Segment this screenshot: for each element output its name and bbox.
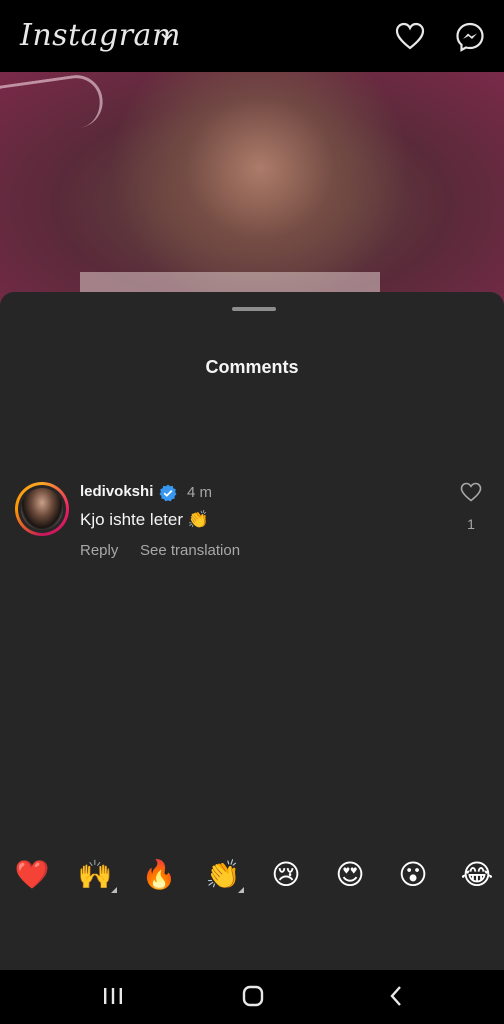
heart-icon[interactable] <box>395 22 425 50</box>
emoji-fire-button[interactable]: 🔥 <box>141 857 177 893</box>
home-icon[interactable] <box>241 984 265 1008</box>
emoji-crying-button[interactable]: 😢 <box>268 857 304 893</box>
comment-time: 4 m <box>187 484 213 501</box>
verified-badge-icon <box>159 484 177 502</box>
drag-handle[interactable] <box>232 307 276 311</box>
emoji-surprised-button[interactable]: 😮 <box>395 857 431 893</box>
comment-like-count: 1 <box>467 516 475 532</box>
back-icon[interactable] <box>385 984 409 1008</box>
instagram-logo[interactable]: Instagram <box>20 18 181 53</box>
comments-sheet: Comments ledivokshi 4 m Kjo ishte leter … <box>0 292 504 970</box>
chevron-down-icon[interactable] <box>160 32 174 42</box>
reply-button[interactable]: Reply <box>80 542 118 559</box>
emoji-heart-eyes-button[interactable]: 😍 <box>332 857 368 893</box>
skin-tone-indicator-icon <box>111 887 117 893</box>
emoji-raising-hands-button[interactable]: 🙌 <box>77 857 113 893</box>
see-translation-link[interactable]: See translation <box>140 542 240 559</box>
skin-tone-indicator-icon <box>238 887 244 893</box>
comment-text: Kjo ishte leter 👏 <box>80 510 209 529</box>
video-background[interactable] <box>0 72 504 312</box>
messenger-icon[interactable] <box>455 22 485 52</box>
comment-username[interactable]: ledivokshi <box>80 483 153 500</box>
sheet-title: Comments <box>205 357 299 377</box>
avatar-image <box>21 488 63 530</box>
emoji-clap-button[interactable]: 👏 <box>205 857 241 893</box>
top-bar: Instagram <box>0 0 504 72</box>
emoji-reaction-bar: ❤️ 🙌 🔥 👏 😢 😍 😮 😂 <box>0 857 504 897</box>
emoji-laughing-button[interactable]: 😂 <box>459 857 495 893</box>
comment-like-icon[interactable] <box>460 482 482 502</box>
neon-light <box>0 72 107 142</box>
emoji-heart-button[interactable]: ❤️ <box>14 857 50 893</box>
recent-apps-icon[interactable] <box>101 984 125 1008</box>
system-nav-bar <box>0 970 504 1024</box>
avatar[interactable] <box>15 482 69 536</box>
comment-item: ledivokshi 4 m Kjo ishte leter 👏 Reply S… <box>0 482 504 572</box>
